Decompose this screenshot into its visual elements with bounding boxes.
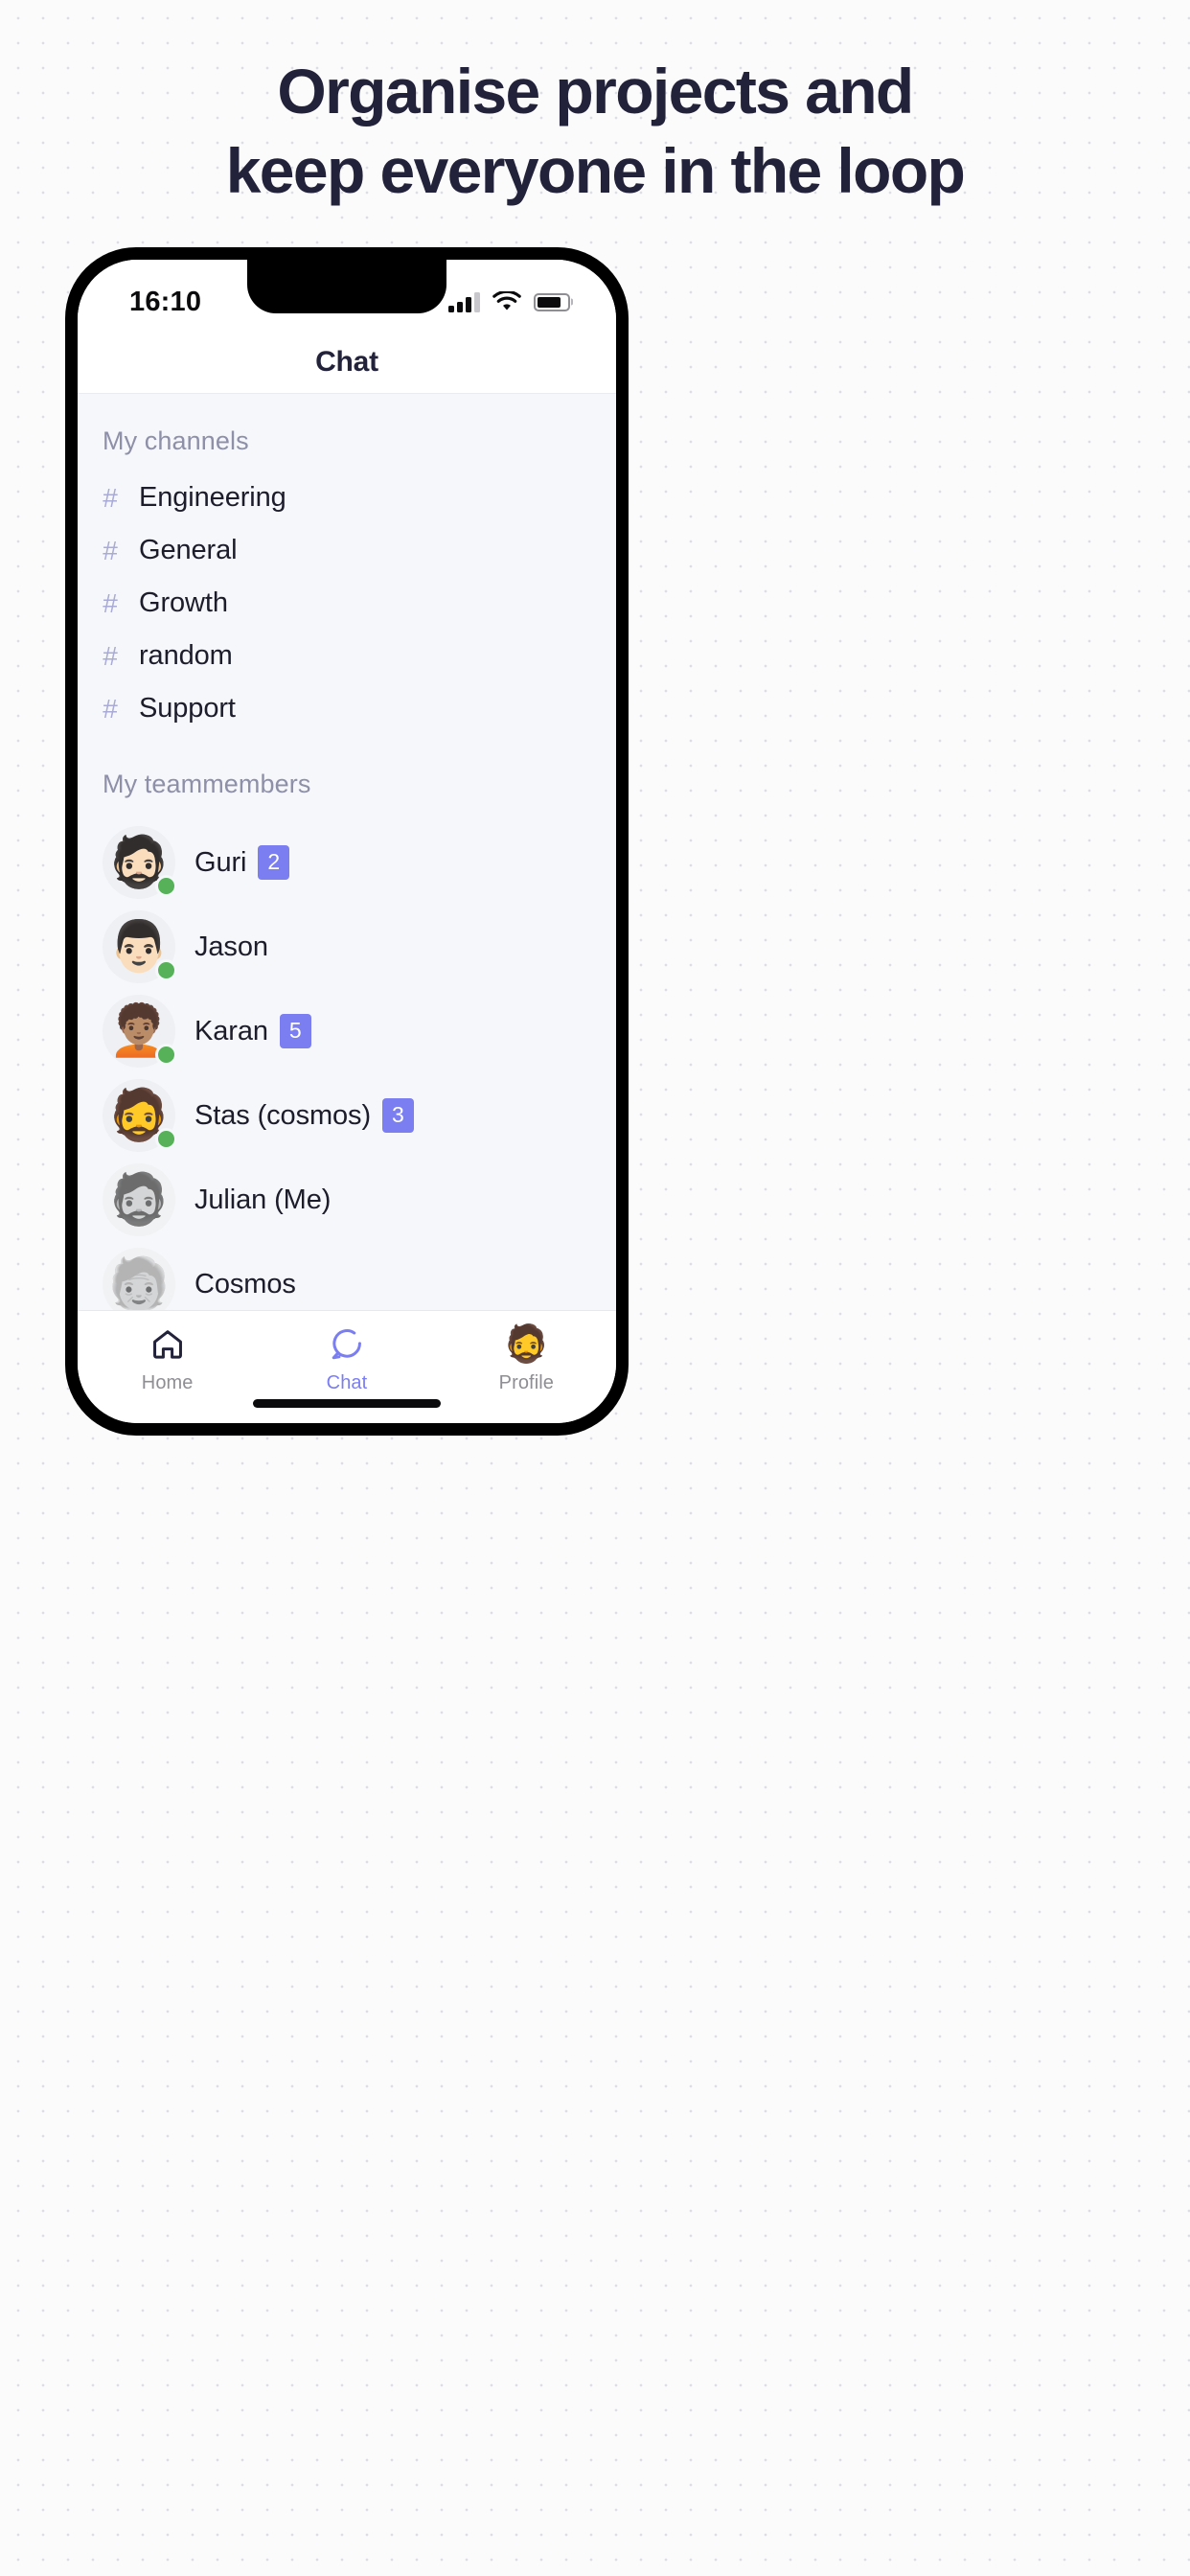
member-name-wrap: Stas (cosmos) 3 <box>195 1098 414 1133</box>
headline-line-2: keep everyone in the loop <box>225 135 966 207</box>
tab-label: Home <box>141 1372 194 1393</box>
phone-mockup: 16:10 Chat My channels # Engineering # G… <box>65 247 629 1436</box>
channel-row-random[interactable]: # random <box>78 630 616 682</box>
avatar-image: 🧔 <box>103 1163 175 1236</box>
section-label-channels: My channels <box>103 426 249 455</box>
wifi-icon <box>492 291 521 310</box>
status-icons <box>448 291 570 312</box>
page-headline: Organise projects and keep everyone in t… <box>0 56 1190 207</box>
member-name: Jason <box>195 931 268 962</box>
unread-badge: 5 <box>279 1014 311 1048</box>
chat-list-content[interactable]: My channels # Engineering # General # Gr… <box>78 394 616 1310</box>
online-status-dot <box>155 1044 177 1066</box>
channel-name: Support <box>139 693 236 724</box>
member-row-cosmos[interactable]: 🧓 Cosmos <box>78 1242 616 1310</box>
member-name-wrap: Jason <box>195 932 268 963</box>
page-title: Chat <box>315 345 378 378</box>
online-status-dot <box>155 1128 177 1150</box>
member-name-wrap: Karan 5 <box>195 1014 311 1048</box>
channel-row-support[interactable]: # Support <box>78 682 616 735</box>
hash-icon: # <box>103 640 118 671</box>
member-row-jason[interactable]: 👨🏻 Jason <box>78 905 616 989</box>
tab-label: Chat <box>326 1372 368 1393</box>
nav-title-bar: Chat <box>78 331 616 394</box>
avatar-image: 🧓 <box>103 1248 175 1310</box>
unread-badge: 2 <box>258 845 290 880</box>
channel-row-general[interactable]: # General <box>78 524 616 577</box>
member-name: Julian (Me) <box>195 1184 332 1215</box>
member-name-wrap: Guri 2 <box>195 845 290 880</box>
member-row-stas[interactable]: 🧔 Stas (cosmos) 3 <box>78 1073 616 1158</box>
phone-notch <box>247 260 446 313</box>
bottom-tab-bar: Home Chat 🧔 Profile <box>78 1310 616 1423</box>
online-status-dot <box>155 875 177 897</box>
online-status-dot <box>155 959 177 981</box>
channel-row-engineering[interactable]: # Engineering <box>78 472 616 524</box>
channel-name: Engineering <box>139 482 286 513</box>
member-name: Cosmos <box>195 1268 296 1300</box>
avatar: 🧓 <box>103 1248 175 1310</box>
tab-chat[interactable]: Chat <box>257 1326 436 1394</box>
status-time: 16:10 <box>129 286 202 317</box>
home-icon <box>152 1330 182 1359</box>
channel-row-growth[interactable]: # Growth <box>78 577 616 630</box>
headline-line-1: Organise projects and <box>277 56 914 126</box>
profile-avatar-icon: 🧔 <box>503 1324 549 1365</box>
tab-home[interactable]: Home <box>78 1326 257 1394</box>
member-name-wrap: Cosmos <box>195 1269 296 1300</box>
battery-icon <box>534 292 570 311</box>
hash-icon: # <box>103 535 118 565</box>
phone-screen: 16:10 Chat My channels # Engineering # G… <box>78 260 616 1423</box>
member-row-julian-me[interactable]: 🧔 Julian (Me) <box>78 1158 616 1242</box>
hash-icon: # <box>103 587 118 618</box>
tab-profile[interactable]: 🧔 Profile <box>437 1326 616 1394</box>
channel-name: General <box>139 535 238 565</box>
avatar: 🧔🏻 <box>103 826 177 899</box>
chat-bubble-icon <box>332 1329 361 1360</box>
hash-icon: # <box>103 482 118 513</box>
unread-badge: 3 <box>382 1098 414 1133</box>
avatar: 👨🏻 <box>103 910 177 983</box>
tab-label: Profile <box>498 1372 555 1393</box>
section-label-teammembers: My teammembers <box>103 770 311 798</box>
member-name: Guri <box>195 846 247 878</box>
signal-bars-icon <box>448 291 480 312</box>
member-name: Stas (cosmos) <box>195 1099 372 1131</box>
member-name-wrap: Julian (Me) <box>195 1184 331 1216</box>
member-row-karan[interactable]: 🧑🏽‍🦱 Karan 5 <box>78 989 616 1073</box>
avatar: 🧔 <box>103 1163 175 1236</box>
channel-name: Growth <box>139 587 228 618</box>
avatar: 🧑🏽‍🦱 <box>103 995 177 1068</box>
member-row-guri[interactable]: 🧔🏻 Guri 2 <box>78 820 616 905</box>
member-name: Karan <box>195 1015 268 1046</box>
channel-name: random <box>139 640 233 671</box>
home-indicator <box>253 1399 441 1408</box>
avatar: 🧔 <box>103 1079 177 1152</box>
hash-icon: # <box>103 693 118 724</box>
